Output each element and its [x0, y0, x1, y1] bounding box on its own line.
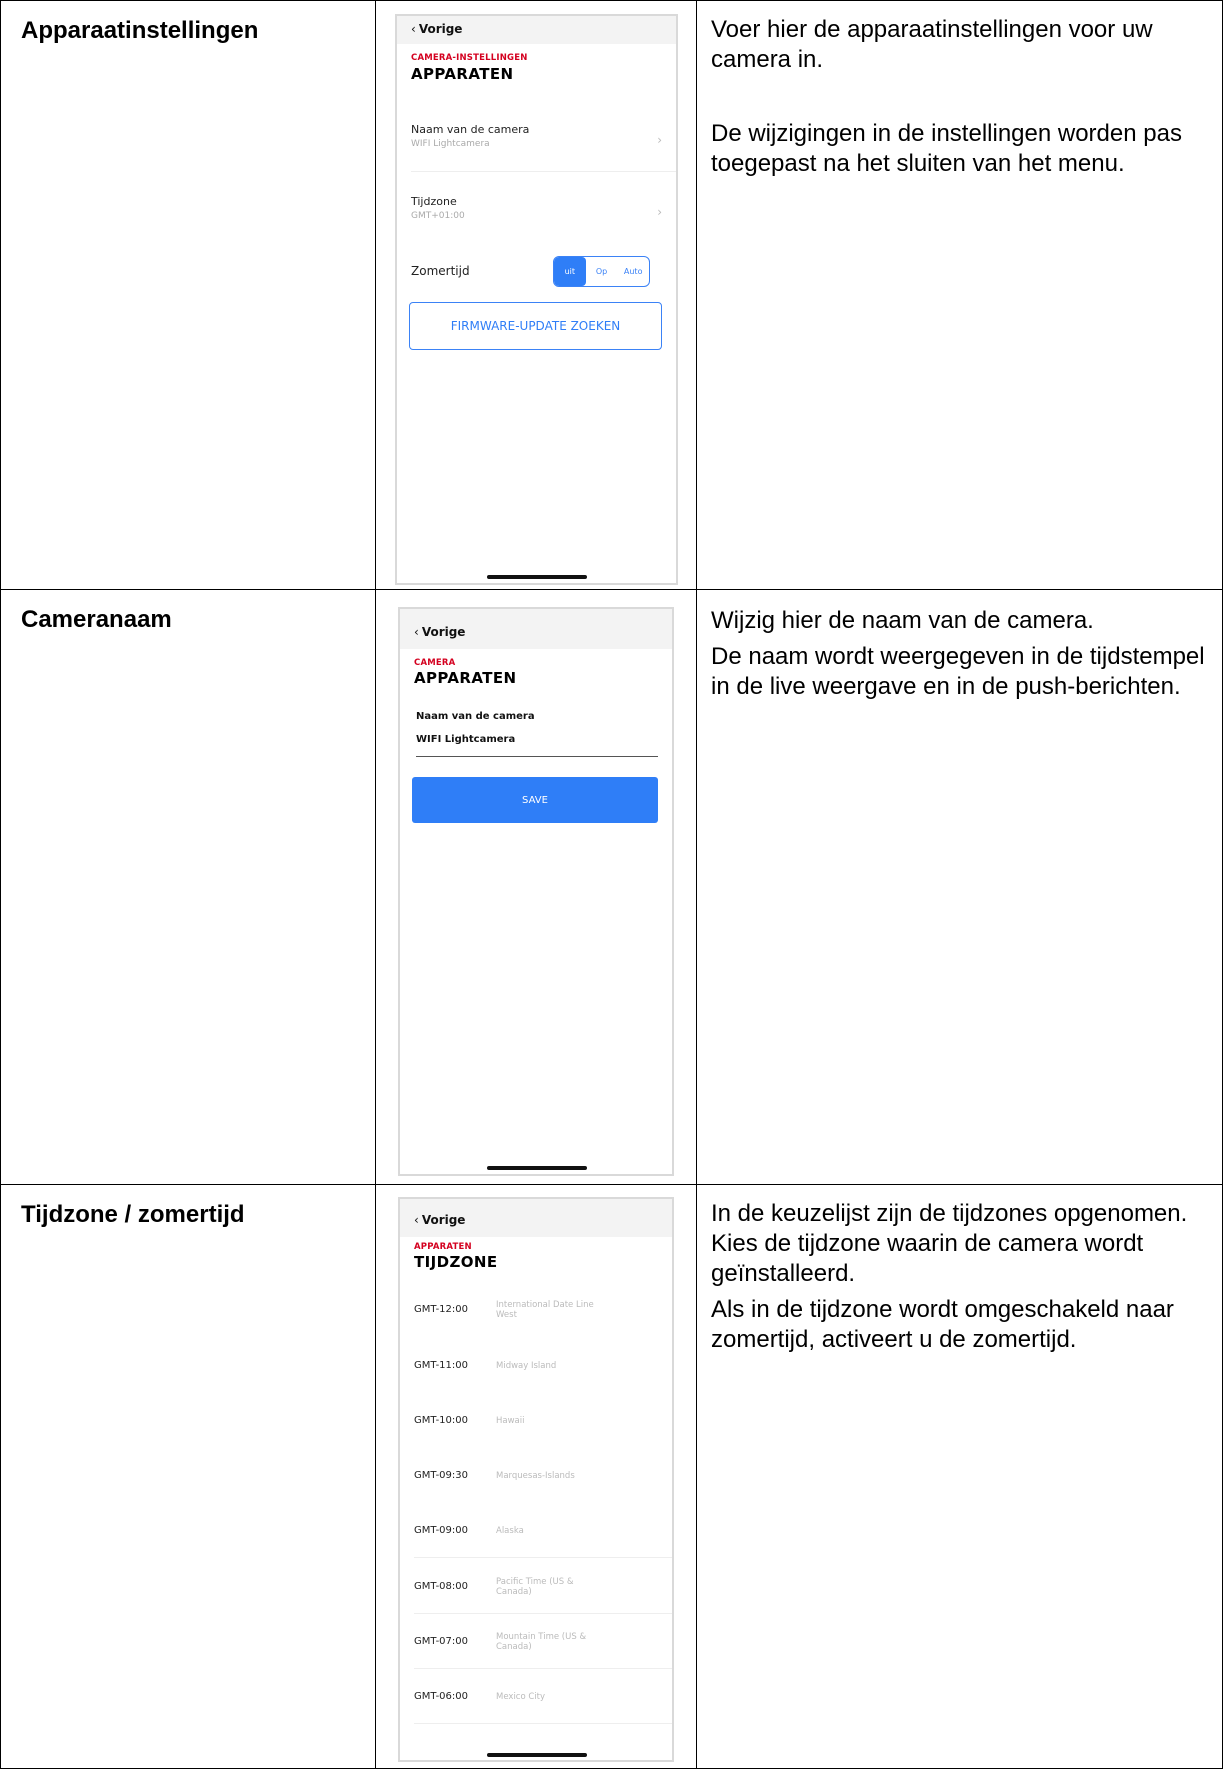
column-divider: [696, 0, 697, 1769]
timezone-row[interactable]: GMT-10:00 Hawaii: [414, 1393, 672, 1448]
dst-option-off[interactable]: uit: [554, 257, 586, 286]
timezone-row[interactable]: GMT-11:00 Midway Island: [414, 1338, 672, 1393]
row-description: Voer hier de apparaatinstellingen voor u…: [711, 15, 1206, 179]
timezone-offset: GMT-08:00: [414, 1581, 468, 1592]
phone-screen-device-settings: ‹ Vorige CAMERA-INSTELLINGEN APPARATEN Na…: [395, 14, 678, 585]
page-title: APPARATEN: [414, 669, 517, 687]
timezone-name: Midway Island: [496, 1360, 557, 1371]
timezone-row[interactable]: GMT-09:00 Alaska: [414, 1503, 672, 1558]
timezone-offset: GMT-11:00: [414, 1360, 468, 1371]
timezone-offset: GMT-10:00: [414, 1415, 468, 1426]
timezone-row[interactable]: GMT-09:30 Marquesas-Islands: [414, 1448, 672, 1503]
setting-value: GMT+01:00: [411, 211, 465, 221]
dst-segmented-control[interactable]: uit Op Auto: [553, 256, 650, 287]
timezone-name: Hawaii: [496, 1415, 525, 1426]
instruction-table: Apparaatinstellingen Voer hier de appara…: [0, 0, 1223, 1769]
setting-timezone[interactable]: Tijdzone GMT+01:00 ›: [411, 195, 662, 221]
description-paragraph: Als in de tijdzone wordt omgeschakeld na…: [711, 1296, 1174, 1353]
timezone-row[interactable]: GMT-06:00 Mexico City: [414, 1669, 672, 1724]
divider: [414, 1723, 672, 1724]
timezone-name: Pacific Time (US & Canada): [496, 1576, 574, 1597]
chevron-left-icon: ‹: [414, 625, 419, 639]
back-button[interactable]: ‹ Vorige: [411, 22, 462, 36]
page-title: TIJDZONE: [414, 1253, 498, 1271]
field-label: Naam van de camera: [416, 711, 535, 722]
setting-title: Naam van de camera: [411, 123, 530, 136]
row-label: Apparaatinstellingen: [21, 17, 259, 44]
divider: [414, 1557, 672, 1558]
chevron-left-icon: ‹: [414, 1213, 419, 1227]
row-divider: [0, 1184, 1223, 1185]
timezone-offset: GMT-07:00: [414, 1636, 468, 1647]
timezone-name: Mexico City: [496, 1691, 546, 1702]
row-divider: [0, 589, 1223, 590]
page-title: APPARATEN: [411, 65, 514, 83]
section-kicker: CAMERA-INSTELLINGEN: [411, 53, 528, 63]
dst-label: Zomertijd: [411, 264, 470, 278]
section-kicker: CAMERA: [414, 658, 456, 668]
home-indicator: [487, 1166, 587, 1170]
back-button[interactable]: ‹ Vorige: [414, 1213, 465, 1227]
timezone-name: International Date Line West: [496, 1299, 594, 1320]
timezone-name: Mountain Time (US & Canada): [496, 1631, 587, 1652]
dst-option-auto[interactable]: Auto: [617, 257, 649, 286]
timezone-offset: GMT-12:00: [414, 1304, 468, 1315]
back-label: Vorige: [418, 22, 463, 36]
save-button[interactable]: SAVE: [412, 777, 658, 823]
section-kicker: APPARATEN: [414, 1242, 472, 1252]
setting-title: Tijdzone: [411, 195, 457, 208]
description-paragraph: In de keuzelijst zijn de tijdzones opgen…: [711, 1200, 1188, 1287]
phone-screen-timezone: ‹ Vorige APPARATEN TIJDZONE GMT-12:00 Int…: [398, 1197, 674, 1762]
back-button[interactable]: ‹ Vorige: [414, 625, 465, 639]
firmware-update-button[interactable]: FIRMWARE-UPDATE ZOEKEN: [409, 302, 662, 350]
back-label: Vorige: [421, 1213, 466, 1227]
timezone-row[interactable]: GMT-08:00 Pacific Time (US & Canada): [414, 1559, 672, 1614]
dst-option-on[interactable]: Op: [586, 257, 618, 286]
timezone-name: Marquesas-Islands: [496, 1470, 575, 1481]
timezone-name: Alaska: [496, 1525, 524, 1536]
timezone-offset: GMT-09:00: [414, 1525, 468, 1536]
row-description: Wijzig hier de naam van de camera. De na…: [711, 606, 1206, 702]
home-indicator: [487, 1753, 587, 1757]
timezone-offset: GMT-06:00: [414, 1691, 468, 1702]
description-paragraph: De wijzigingen in de instellingen worden…: [711, 120, 1182, 177]
chevron-left-icon: ‹: [411, 22, 416, 36]
timezone-row[interactable]: GMT-12:00 International Date Line West: [414, 1282, 672, 1337]
chevron-right-icon: ›: [657, 205, 662, 219]
description-paragraph: Wijzig hier de naam van de camera.: [711, 607, 1094, 634]
timezone-row[interactable]: GMT-07:00 Mountain Time (US & Canada): [414, 1614, 672, 1669]
chevron-right-icon: ›: [657, 133, 662, 147]
timezone-offset: GMT-09:30: [414, 1470, 468, 1481]
home-indicator: [487, 575, 587, 579]
description-paragraph: Voer hier de apparaatinstellingen voor u…: [711, 16, 1153, 73]
setting-value: WIFI Lightcamera: [411, 139, 490, 149]
table-border-top: [0, 0, 1223, 1]
phone-screen-camera-name: ‹ Vorige CAMERA APPARATEN Naam van de cam…: [398, 607, 674, 1176]
description-paragraph: De naam wordt weergegeven in de tijdstem…: [711, 643, 1205, 700]
column-divider: [375, 0, 376, 1769]
divider: [411, 171, 676, 172]
row-label: Tijdzone / zomertijd: [21, 1201, 245, 1228]
row-description: In de keuzelijst zijn de tijdzones opgen…: [711, 1199, 1206, 1355]
camera-name-input[interactable]: WIFI Lightcamera: [416, 734, 658, 757]
table-border-left: [0, 0, 1, 1769]
row-label: Cameranaam: [21, 606, 172, 633]
back-label: Vorige: [421, 625, 466, 639]
setting-camera-name[interactable]: Naam van de camera WIFI Lightcamera ›: [411, 123, 662, 149]
